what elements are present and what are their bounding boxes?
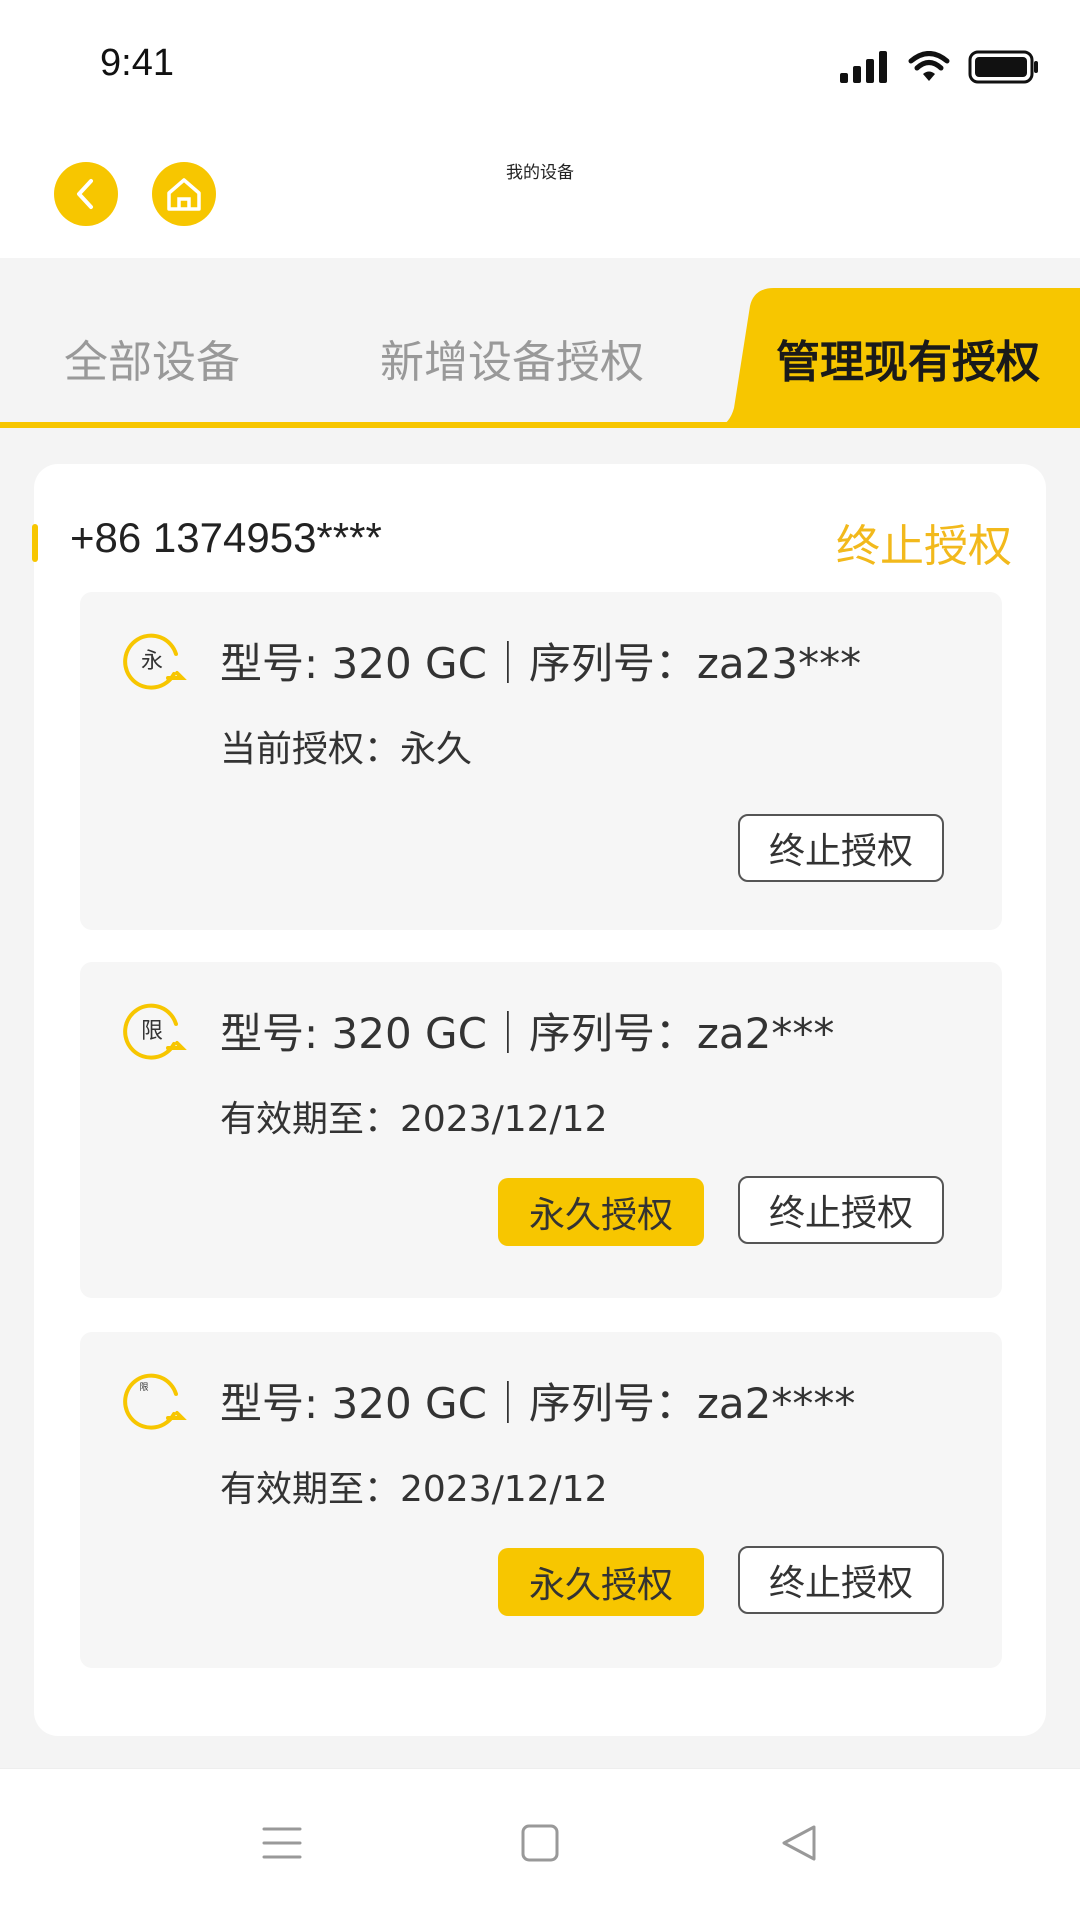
accent-bar: [32, 524, 38, 562]
device-card: 永 型号: 320 GC｜序列号：za23*** 当前授权：永久 终止授权: [80, 592, 1002, 930]
wifi-icon: [908, 51, 950, 81]
badge-text: 永: [141, 649, 163, 674]
terminate-button[interactable]: 终止授权: [738, 814, 944, 882]
device-title: 型号: 320 GC｜序列号：za2***: [220, 1009, 835, 1058]
tab-bar: 全部设备 新增设备授权 管理现有授权: [0, 288, 1080, 428]
device-title: 型号: 320 GC｜序列号：za23***: [220, 639, 862, 688]
badge-text: 限: [141, 1019, 163, 1044]
tab-new-authorization[interactable]: 新增设备授权: [380, 326, 644, 390]
account-card: +86 1374953**** 终止授权 永 型号: 320 GC｜序列号：za…: [32, 464, 1046, 1736]
device-card: 限 型号: 320 GC｜序列号：za2*** 有效期至：2023/12/12 …: [80, 962, 1002, 1298]
tab-all-devices[interactable]: 全部设备: [64, 326, 240, 390]
square-home-icon[interactable]: [520, 1823, 560, 1863]
battery-icon: [968, 50, 1038, 84]
permanent-badge-icon: 永: [123, 633, 187, 690]
main-content: 全部设备 新增设备授权 管理现有授权 +86 1374953**** 终止授权 …: [0, 258, 1080, 1768]
badge-text: 限: [139, 1382, 148, 1393]
cellular-signal-icon: [840, 51, 887, 83]
device-card: 限 型号: 320 GC｜序列号：za2**** 有效期至：2023/12/12…: [80, 1332, 1002, 1668]
device-status: 当前授权：永久: [220, 729, 473, 770]
status-icons: [840, 50, 1040, 84]
page-title: 我的设备: [506, 163, 574, 183]
terminate-all-button[interactable]: 终止授权: [836, 510, 1012, 574]
account-phone: +86 1374953****: [70, 514, 382, 561]
tab-manage-authorization[interactable]: 管理现有授权: [776, 326, 1040, 390]
terminate-button[interactable]: 终止授权: [738, 1546, 944, 1614]
tab-underline: [0, 422, 1080, 428]
device-title: 型号: 320 GC｜序列号：za2****: [220, 1379, 856, 1428]
system-nav-bar: [0, 1768, 1080, 1921]
permanent-authorize-button[interactable]: 永久授权: [498, 1178, 704, 1246]
status-time: 9:41: [100, 42, 174, 84]
device-expiry: 有效期至：2023/12/12: [220, 1099, 608, 1140]
device-expiry: 有效期至：2023/12/12: [220, 1469, 608, 1510]
status-bar: 9:41: [0, 0, 1080, 130]
menu-icon[interactable]: [262, 1823, 302, 1863]
terminate-button[interactable]: 终止授权: [738, 1176, 944, 1244]
limited-badge-icon: 限: [123, 1373, 187, 1430]
limited-badge-icon: 限: [123, 1003, 187, 1060]
nav-bar: 我的设备: [0, 130, 1080, 258]
permanent-authorize-button[interactable]: 永久授权: [498, 1548, 704, 1616]
triangle-back-icon[interactable]: [778, 1823, 818, 1863]
